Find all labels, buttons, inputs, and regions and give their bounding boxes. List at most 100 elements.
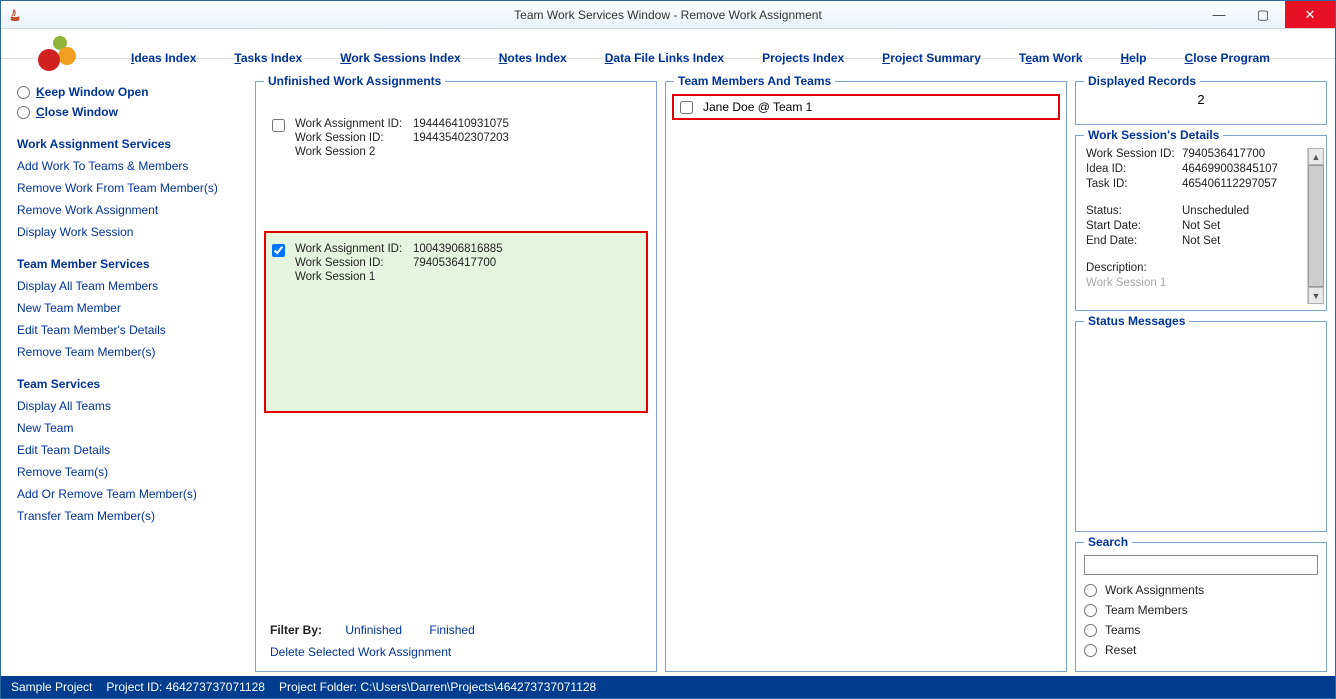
wa-id-label: Work Assignment ID:: [295, 118, 413, 130]
link-display-work-session[interactable]: Display Work Session: [17, 225, 247, 239]
assignments-column: Unfinished Work Assignments Work Assignm…: [255, 81, 657, 672]
ws-id-label: Work Session ID:: [295, 132, 413, 144]
close-window-label: Close Window: [36, 105, 118, 119]
menu-projects-index[interactable]: Projects Index: [762, 51, 844, 65]
window-title: Team Work Services Window - Remove Work …: [1, 8, 1335, 22]
search-input[interactable]: [1084, 555, 1318, 575]
link-remove-team-members[interactable]: Remove Team Member(s): [17, 345, 247, 359]
wa-id-value: 10043906816885: [413, 243, 503, 255]
menu-close-program[interactable]: Close Program: [1185, 51, 1270, 65]
app-logo: [5, 26, 105, 82]
scroll-up-icon[interactable]: ▲: [1308, 148, 1324, 165]
status-project-folder: Project Folder: C:\Users\Darren\Projects…: [279, 680, 596, 694]
link-transfer-team-members[interactable]: Transfer Team Member(s): [17, 509, 247, 523]
search-panel: Search Work Assignments Team Members Tea…: [1075, 542, 1327, 672]
assignment-fields: Work Assignment ID:194446410931075 Work …: [295, 118, 509, 160]
menu-team-work[interactable]: Team Work: [1019, 51, 1083, 65]
close-window-radio[interactable]: [17, 106, 30, 119]
d-ws-id-lbl: Work Session ID:: [1086, 148, 1182, 160]
menu-tasks-index[interactable]: Tasks Index: [234, 51, 302, 65]
d-task-lbl: Task ID:: [1086, 178, 1182, 190]
link-add-work-to-teams[interactable]: Add Work To Teams & Members: [17, 159, 247, 173]
d-idea-lbl: Idea ID:: [1086, 163, 1182, 175]
d-status: Unscheduled: [1182, 205, 1249, 217]
d-ws-name: Work Session 1: [1086, 277, 1166, 289]
link-new-team[interactable]: New Team: [17, 421, 247, 435]
menu-help[interactable]: Help: [1121, 51, 1147, 65]
d-end-lbl: End Date:: [1086, 235, 1182, 247]
menu-ideas-index[interactable]: Ideas Index: [131, 51, 196, 65]
menu-notes-index[interactable]: Notes Index: [499, 51, 567, 65]
member-row[interactable]: Jane Doe @ Team 1: [672, 94, 1060, 120]
d-status-lbl: Status:: [1086, 205, 1182, 217]
filter-unfinished[interactable]: Unfinished: [345, 623, 402, 637]
assignment-card-selected[interactable]: Work Assignment ID:10043906816885 Work S…: [264, 231, 648, 413]
details-scrollbar[interactable]: ▲ ▼: [1307, 148, 1324, 304]
link-display-all-team-members[interactable]: Display All Team Members: [17, 279, 247, 293]
assignments-panel-title: Unfinished Work Assignments: [264, 74, 445, 88]
menu-data-file-links-index[interactable]: Data File Links Index: [605, 51, 724, 65]
search-team-members-radio[interactable]: [1084, 604, 1097, 617]
d-desc-lbl: Description:: [1086, 262, 1182, 274]
details-body: Work Session ID:7940536417700 Idea ID:46…: [1086, 148, 1307, 304]
statusbar: Sample Project Project ID: 4642737370711…: [1, 676, 1335, 698]
titlebar: Team Work Services Window - Remove Work …: [1, 1, 1335, 29]
content-area: Keep Window Open Close Window Work Assig…: [1, 73, 1335, 676]
assignment-card[interactable]: Work Assignment ID:194446410931075 Work …: [264, 96, 648, 231]
ws-id-label: Work Session ID:: [295, 257, 413, 269]
members-panel-title: Team Members And Teams: [674, 74, 835, 88]
link-edit-team-details[interactable]: Edit Team Details: [17, 443, 247, 457]
d-start-lbl: Start Date:: [1086, 220, 1182, 232]
details-panel: Work Session's Details Work Session ID:7…: [1075, 135, 1327, 311]
minimize-button[interactable]: —: [1197, 1, 1241, 28]
search-team-members-label: Team Members: [1105, 603, 1188, 617]
scroll-thumb[interactable]: [1308, 165, 1324, 287]
team-member-services-heading: Team Member Services: [17, 257, 247, 271]
link-display-all-teams[interactable]: Display All Teams: [17, 399, 247, 413]
link-remove-work-from-members[interactable]: Remove Work From Team Member(s): [17, 181, 247, 195]
search-work-assignments-label: Work Assignments: [1105, 583, 1204, 597]
wa-id-label: Work Assignment ID:: [295, 243, 413, 255]
wa-id-value: 194446410931075: [413, 118, 509, 130]
keep-window-open-radio[interactable]: [17, 86, 30, 99]
search-reset-radio[interactable]: [1084, 644, 1097, 657]
details-panel-title: Work Session's Details: [1084, 128, 1223, 142]
member-checkbox[interactable]: [680, 101, 693, 114]
member-label: Jane Doe @ Team 1: [703, 100, 812, 114]
assignment-checkbox[interactable]: [272, 119, 285, 132]
search-teams-radio[interactable]: [1084, 624, 1097, 637]
link-remove-teams[interactable]: Remove Team(s): [17, 465, 247, 479]
close-button[interactable]: ✕: [1285, 1, 1335, 28]
status-messages-title: Status Messages: [1084, 314, 1189, 328]
filter-finished[interactable]: Finished: [429, 623, 474, 637]
search-teams-label: Teams: [1105, 623, 1140, 637]
assignment-checkbox[interactable]: [272, 244, 285, 257]
ws-name: Work Session 1: [295, 271, 375, 283]
menu-work-sessions-index[interactable]: Work Sessions Index: [340, 51, 461, 65]
menu-project-summary[interactable]: Project Summary: [882, 51, 981, 65]
link-add-remove-team-members[interactable]: Add Or Remove Team Member(s): [17, 487, 247, 501]
d-end: Not Set: [1182, 235, 1220, 247]
menubar: Ideas Index Tasks Index Work Sessions In…: [1, 29, 1335, 59]
search-panel-title: Search: [1084, 535, 1132, 549]
members-panel: Team Members And Teams Jane Doe @ Team 1: [665, 81, 1067, 672]
status-project-id: Project ID: 464273737071128: [106, 680, 265, 694]
delete-selected-work-assignment[interactable]: Delete Selected Work Assignment: [270, 645, 648, 659]
maximize-button[interactable]: ▢: [1241, 1, 1285, 28]
ws-id-value: 194435402307203: [413, 132, 509, 144]
search-work-assignments-radio[interactable]: [1084, 584, 1097, 597]
scroll-down-icon[interactable]: ▼: [1308, 287, 1324, 304]
window-buttons: — ▢ ✕: [1197, 1, 1335, 28]
d-task-id: 465406112297057: [1182, 178, 1277, 190]
displayed-records-panel: Displayed Records 2: [1075, 81, 1327, 125]
app-window: Team Work Services Window - Remove Work …: [0, 0, 1336, 699]
link-new-team-member[interactable]: New Team Member: [17, 301, 247, 315]
displayed-records-value: 2: [1076, 92, 1326, 107]
link-edit-team-member-details[interactable]: Edit Team Member's Details: [17, 323, 247, 337]
work-assignment-services-heading: Work Assignment Services: [17, 137, 247, 151]
ws-id-value: 7940536417700: [413, 257, 496, 269]
java-icon: [7, 7, 23, 23]
link-remove-work-assignment[interactable]: Remove Work Assignment: [17, 203, 247, 217]
search-reset-label: Reset: [1105, 643, 1136, 657]
members-column: Team Members And Teams Jane Doe @ Team 1: [665, 81, 1067, 672]
